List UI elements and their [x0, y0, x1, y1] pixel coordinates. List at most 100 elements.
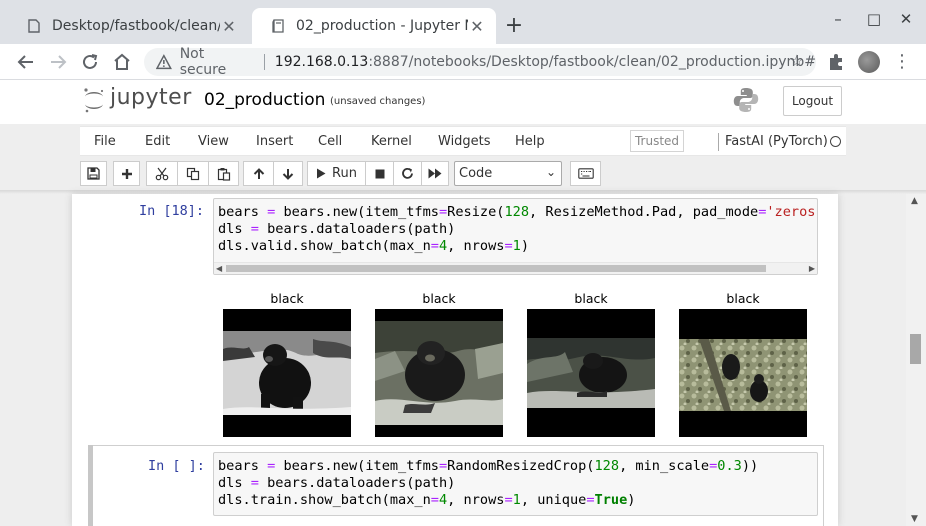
scroll-up-arrow-icon[interactable]: ▲ [911, 196, 918, 206]
cell-type-value: Code [459, 166, 493, 181]
bear-photo-image [223, 309, 351, 437]
move-cell-up-button[interactable] [243, 161, 273, 186]
notebook-name[interactable]: 02_production [204, 90, 325, 110]
trusted-indicator[interactable]: Trusted [630, 130, 684, 152]
back-arrow-icon[interactable] [14, 50, 38, 74]
code-editor[interactable]: bears = bears.new(item_tfms=RandomResize… [213, 452, 818, 516]
new-tab-button[interactable]: + [502, 14, 526, 38]
logout-button[interactable]: Logout [783, 86, 842, 116]
bookmark-star-icon[interactable]: ☆ [790, 51, 804, 70]
batch-image-label: black [726, 291, 760, 306]
close-window-button[interactable]: ✕ [896, 10, 916, 28]
jupyter-brand-text[interactable]: jupyter [110, 85, 192, 110]
kernel-divider [718, 133, 719, 151]
menu-edit[interactable]: Edit [145, 134, 170, 149]
insert-cell-button[interactable] [113, 161, 140, 186]
plus-icon [121, 168, 132, 179]
home-icon[interactable] [110, 50, 134, 74]
code-line: bears = bears.new(item_tfms=RandomResize… [218, 458, 759, 474]
scroll-left-arrow-icon[interactable]: ◀ [216, 264, 222, 273]
browser-menu-kebab-icon[interactable]: ⋮ [892, 52, 912, 72]
browser-tab-file-tree[interactable]: Desktop/fastbook/clean/ ✕ [8, 8, 248, 44]
python-logo-icon [733, 88, 759, 112]
jupyter-header: jupyter 02_production (unsaved changes) … [0, 80, 926, 124]
paste-cell-button[interactable] [208, 161, 239, 186]
profile-avatar[interactable] [858, 51, 880, 73]
refresh-icon [402, 167, 413, 179]
bear-photo-image [679, 309, 807, 437]
restart-kernel-button[interactable] [393, 161, 421, 186]
notebook-menubar: File Edit View Insert Cell Kernel Widget… [80, 126, 846, 156]
scrollbar-thumb[interactable] [910, 334, 921, 364]
scissors-icon [155, 167, 169, 180]
clipboard-icon [217, 167, 230, 181]
bear-photo-image [375, 309, 503, 437]
move-cell-down-button[interactable] [273, 161, 303, 186]
warning-triangle-icon[interactable] [156, 54, 172, 70]
tab-title: Desktop/fastbook/clean/ [52, 18, 220, 34]
jupyter-logo-icon[interactable] [82, 86, 106, 114]
tab-title: 02_production - Jupyter N [296, 18, 468, 34]
scrollbar-thumb[interactable] [226, 265, 766, 272]
forward-arrow-icon[interactable] [46, 50, 70, 74]
cell-type-select[interactable]: Code ⌄ [454, 161, 562, 186]
save-button[interactable] [80, 161, 107, 186]
scroll-right-arrow-icon[interactable]: ▶ [809, 264, 815, 273]
kernel-idle-indicator-icon [830, 136, 841, 147]
menu-widgets[interactable]: Widgets [438, 134, 491, 149]
url-host: 192.168.0.13 [274, 54, 369, 70]
code-editor[interactable]: bears = bears.new(item_tfms=Resize(128, … [213, 198, 818, 275]
maximize-window-button[interactable]: □ [864, 10, 884, 28]
code-line: dls = bears.dataloaders(path) [218, 475, 456, 491]
floppy-disk-icon [87, 167, 100, 180]
fast-forward-icon [428, 168, 442, 179]
minimize-window-button[interactable]: – [828, 10, 848, 28]
copy-icon [186, 167, 200, 180]
kernel-name[interactable]: FastAI (PyTorch) [725, 134, 828, 149]
batch-image-item: black [679, 291, 807, 437]
notebook-book-icon [270, 18, 286, 34]
reload-icon[interactable] [78, 50, 102, 74]
browser-toolbar: Not secure 192.168.0.13:8887/notebooks/D… [0, 44, 926, 80]
run-cell-button[interactable]: Run [307, 161, 365, 186]
extensions-puzzle-icon[interactable] [826, 52, 846, 72]
menu-kernel[interactable]: Kernel [371, 134, 412, 149]
cell-selection-bar [88, 445, 93, 526]
batch-image-label: black [270, 291, 304, 306]
security-status-label[interactable]: Not secure [180, 46, 254, 78]
batch-image-label: black [422, 291, 456, 306]
code-line: dls.train.show_batch(max_n=4, nrows=1, u… [218, 492, 636, 508]
menu-help[interactable]: Help [515, 134, 545, 149]
interrupt-kernel-button[interactable] [365, 161, 393, 186]
menu-cell[interactable]: Cell [318, 134, 342, 149]
page-vertical-scrollbar[interactable]: ▲ ▼ [906, 194, 926, 526]
arrow-down-icon [282, 168, 294, 180]
chevron-down-icon: ⌄ [545, 165, 556, 179]
batch-image-item: black [375, 291, 503, 437]
save-status: (unsaved changes) [330, 96, 426, 107]
cell-prompt: In [ ]: [148, 458, 205, 474]
copy-cell-button[interactable] [177, 161, 208, 186]
horizontal-scrollbar[interactable]: ◀ ▶ [214, 262, 817, 274]
menu-view[interactable]: View [198, 134, 229, 149]
url-path: :8887/notebooks/Desktop/fastbook/clean/0… [368, 54, 816, 70]
close-tab-icon[interactable]: ✕ [468, 17, 486, 36]
play-icon [317, 168, 326, 179]
browser-tab-notebook[interactable]: 02_production - Jupyter N ✕ [252, 8, 496, 44]
code-line: bears = bears.new(item_tfms=Resize(128, … [218, 204, 818, 220]
address-bar[interactable]: Not secure 192.168.0.13:8887/notebooks/D… [144, 46, 816, 78]
scroll-down-arrow-icon[interactable]: ▼ [911, 514, 918, 524]
address-divider [263, 54, 265, 70]
cell-prompt: In [18]: [139, 203, 205, 219]
keyboard-icon [577, 168, 594, 179]
restart-run-all-button[interactable] [421, 161, 449, 186]
stop-square-icon [375, 169, 384, 178]
cut-cell-button[interactable] [146, 161, 177, 186]
jupyter-file-icon [26, 18, 42, 34]
batch-image-item: black [527, 291, 655, 437]
code-line: dls = bears.dataloaders(path) [218, 221, 456, 237]
menu-file[interactable]: File [94, 134, 116, 149]
menu-insert[interactable]: Insert [256, 134, 293, 149]
close-tab-icon[interactable]: ✕ [220, 17, 238, 36]
command-palette-button[interactable] [570, 161, 601, 186]
